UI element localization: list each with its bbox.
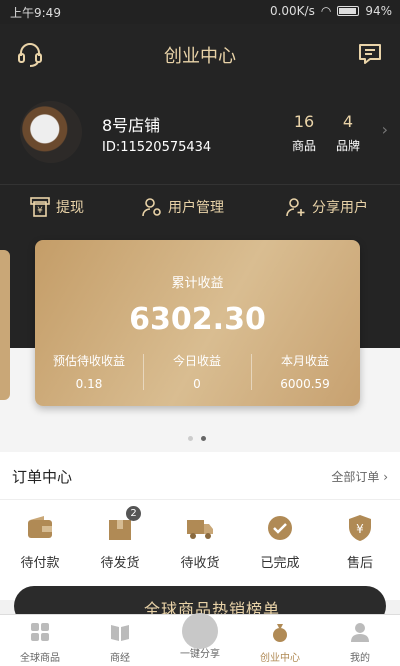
earning-pending-label: 预估待收收益	[52, 354, 125, 368]
order-completed-label: 已完成	[260, 556, 300, 571]
user-icon	[351, 623, 369, 642]
tab-one-click-share[interactable]: 一键分享	[160, 613, 240, 660]
status-right: 0.00K/s ◠ 94%	[270, 4, 392, 18]
stat-brands-count: 4	[342, 112, 354, 131]
all-orders-link[interactable]: 全部订单 ›	[331, 468, 388, 485]
carousel-dot[interactable]	[188, 436, 193, 441]
total-earnings-label: 累计收益	[171, 276, 224, 291]
tab-business[interactable]: 商经	[80, 621, 160, 664]
wallet-icon	[28, 516, 52, 538]
earning-today-label: 今日收益	[172, 354, 221, 368]
tab-startup-center[interactable]: 创业中心	[240, 621, 320, 664]
battery-level: 94%	[365, 4, 392, 18]
all-orders-label: 全部订单	[331, 470, 380, 484]
shield-yen-icon: ¥	[349, 515, 371, 541]
page-title: 创业中心	[164, 46, 236, 67]
tab-global-products-label: 全球商品	[20, 653, 60, 664]
carousel-dot-active[interactable]	[201, 436, 206, 441]
order-center: 订单中心 全部订单 › 待付款 2 待发货 待收货 已完成 ¥ 售后	[0, 452, 400, 600]
order-center-title: 订单中心	[12, 468, 73, 486]
order-pending-receipt-label: 待收货	[180, 556, 220, 571]
pending-shipment-badge: 2	[126, 506, 141, 521]
carousel-dots	[188, 436, 206, 441]
order-after-sales[interactable]: ¥ 售后	[320, 512, 400, 571]
earning-month-value: 6000.59	[280, 377, 330, 391]
grid-icon	[31, 623, 49, 641]
bottom-tab-bar: 全球商品 商经 一键分享 创业中心 我的	[0, 613, 400, 666]
previous-card-edge[interactable]	[0, 250, 10, 400]
status-bar: 上午9:49 0.00K/s ◠ 94%	[0, 0, 400, 24]
tab-mine[interactable]: 我的	[320, 621, 400, 664]
user-settings-icon	[142, 198, 161, 217]
earning-month: 本月收益 6000.59	[251, 352, 359, 391]
money-bag-icon	[273, 624, 287, 642]
chevron-right-icon: ›	[383, 470, 388, 484]
book-icon	[111, 625, 129, 641]
order-pending-receipt[interactable]: 待收货	[160, 512, 240, 571]
status-time: 上午9:49	[10, 6, 61, 20]
tab-mine-label: 我的	[350, 653, 370, 664]
top-bar: 创业中心	[0, 24, 400, 84]
earning-pending: 预估待收收益 0.18	[35, 352, 143, 391]
user-management-button[interactable]: 用户管理	[140, 195, 224, 219]
order-pending-payment[interactable]: 待付款	[0, 512, 80, 571]
order-pending-shipment[interactable]: 2 待发货	[80, 506, 160, 571]
avatar[interactable]	[20, 101, 82, 163]
chevron-right-icon: ›	[381, 120, 388, 139]
stat-brands[interactable]: 4 品牌	[326, 112, 370, 154]
order-pending-shipment-label: 待发货	[100, 556, 140, 571]
add-user-icon	[286, 198, 305, 217]
earnings-card[interactable]: 累计收益 6302.30 预估待收收益 0.18 今日收益 0 本月收益 600…	[35, 240, 360, 406]
profile-section[interactable]: 8号店铺 ID:11520575434 16 商品 4 品牌 ›	[0, 84, 400, 184]
check-circle-icon	[268, 516, 292, 540]
wifi-icon: ◠	[320, 4, 332, 18]
withdraw-button[interactable]: ¥ 提现	[28, 195, 84, 219]
earning-pending-value: 0.18	[75, 377, 103, 391]
withdraw-icon: ¥	[30, 197, 50, 217]
earning-today-value: 0	[193, 377, 201, 391]
tab-business-label: 商经	[110, 653, 130, 664]
stat-products[interactable]: 16 商品	[282, 112, 326, 154]
order-completed[interactable]: 已完成	[240, 512, 320, 571]
earnings-carousel[interactable]: 累计收益 6302.30 预估待收收益 0.18 今日收益 0 本月收益 600…	[0, 230, 400, 452]
network-speed: 0.00K/s	[269, 4, 315, 18]
tab-global-products[interactable]: 全球商品	[0, 621, 80, 664]
tab-startup-center-label: 创业中心	[260, 653, 300, 664]
shop-id: ID:11520575434	[102, 140, 212, 155]
earning-month-label: 本月收益	[280, 354, 329, 368]
withdraw-label: 提现	[56, 200, 84, 216]
order-pending-payment-label: 待付款	[20, 556, 60, 571]
share-user-label: 分享用户	[312, 200, 368, 216]
share-icon	[182, 613, 218, 649]
earning-today: 今日收益 0	[143, 352, 251, 391]
svg-text:¥: ¥	[37, 206, 43, 216]
truck-icon	[187, 520, 213, 539]
user-management-label: 用户管理	[168, 200, 224, 216]
order-center-header: 订单中心 全部订单 ›	[0, 452, 400, 500]
message-icon[interactable]	[356, 40, 384, 68]
total-earnings-amount: 6302.30	[129, 302, 266, 337]
shop-name: 8号店铺	[102, 116, 161, 135]
share-user-button[interactable]: 分享用户	[284, 195, 368, 219]
order-after-sales-label: 售后	[346, 556, 373, 571]
stat-products-label: 商品	[291, 139, 316, 153]
svg-text:¥: ¥	[356, 522, 364, 536]
battery-icon	[337, 6, 360, 16]
stat-brands-label: 品牌	[335, 139, 360, 153]
quick-actions: ¥ 提现 用户管理 分享用户	[0, 184, 400, 230]
stat-products-count: 16	[293, 112, 315, 131]
